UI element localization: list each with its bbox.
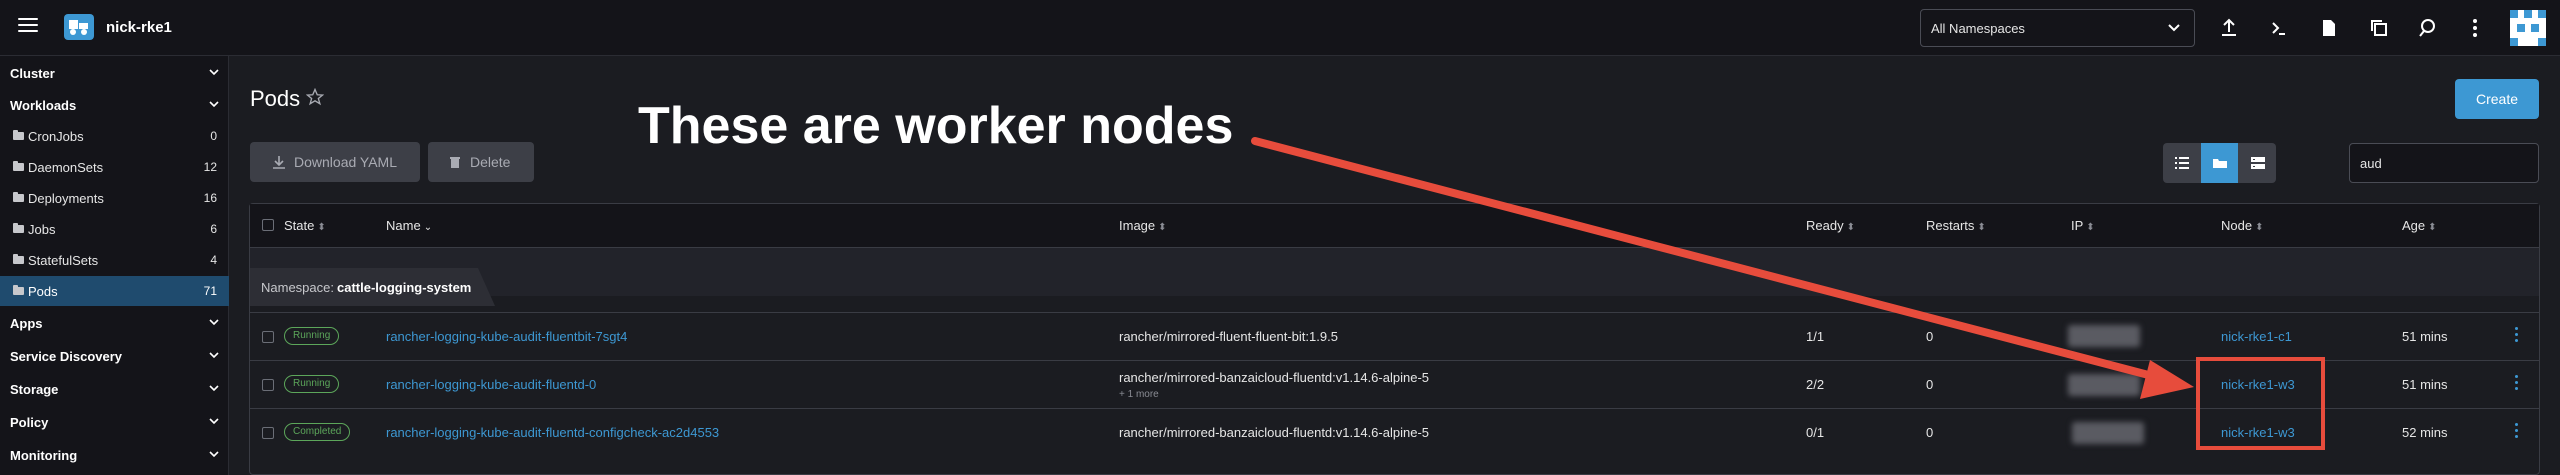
- annotation-arrow: [1251, 137, 2194, 399]
- annotation-highlight-box: [2196, 357, 2325, 450]
